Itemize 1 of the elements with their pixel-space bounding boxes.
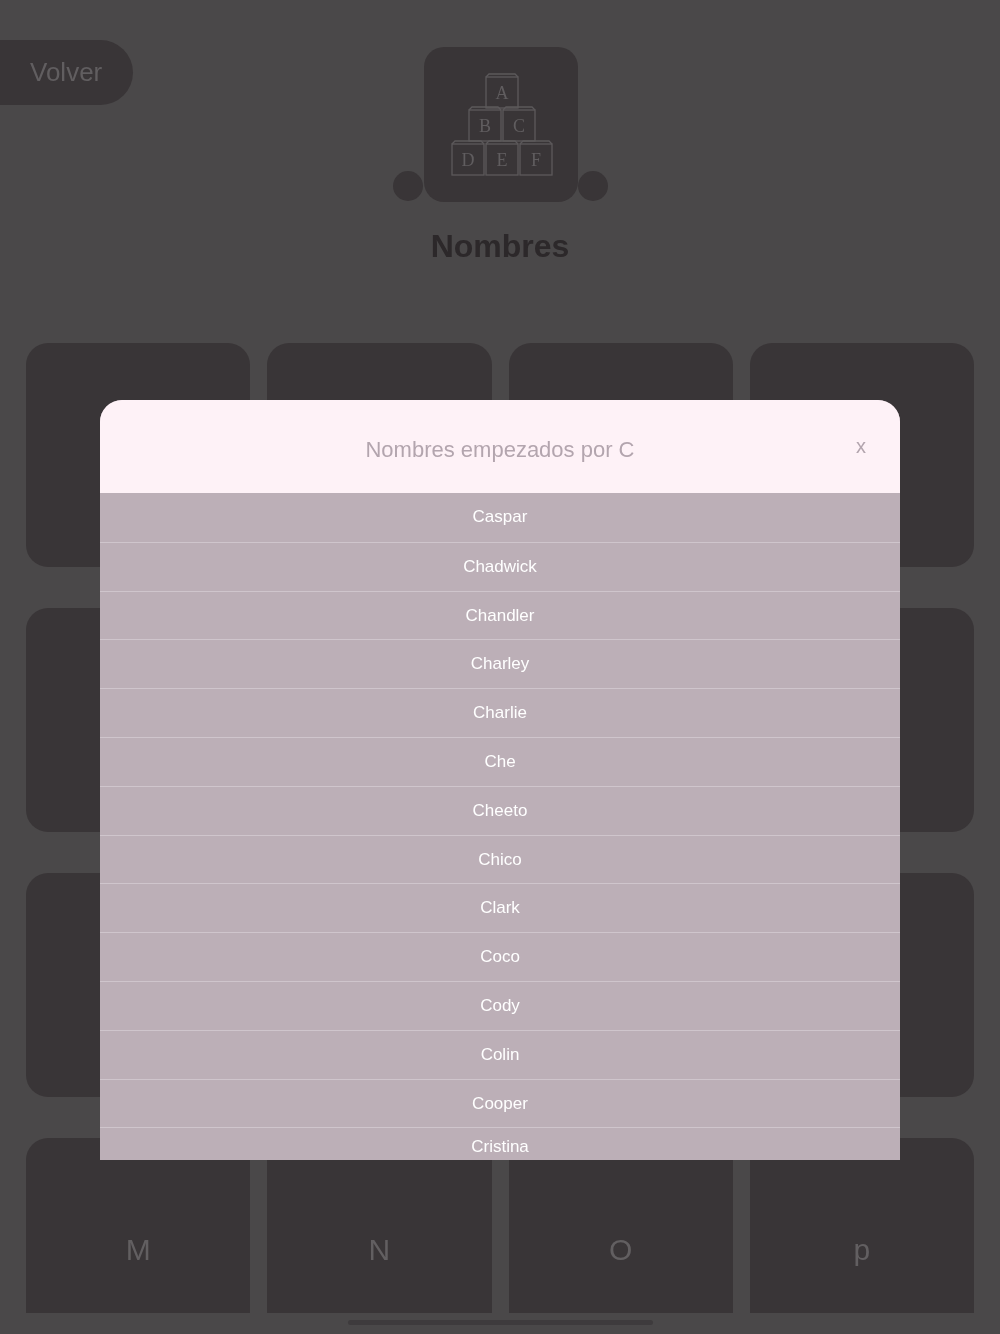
dialog-title: Nombres empezados por C [365,435,635,463]
